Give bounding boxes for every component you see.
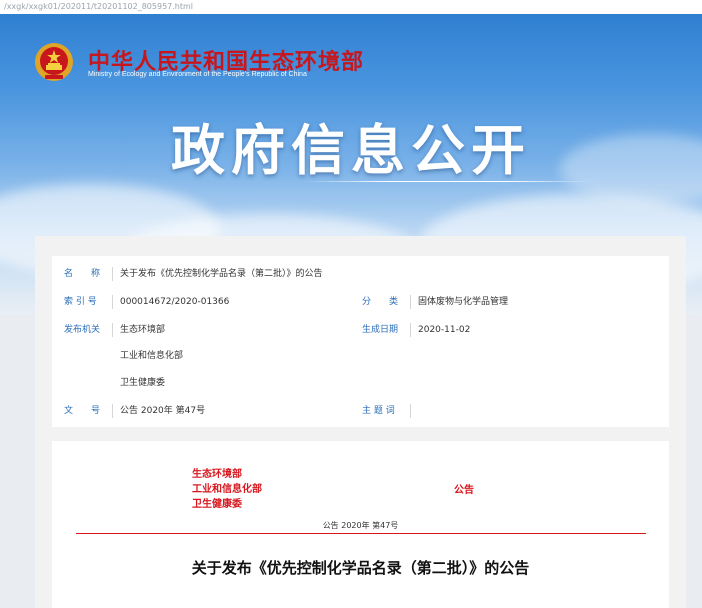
divider bbox=[112, 404, 113, 418]
red-header-line bbox=[76, 533, 646, 534]
issuer-value: 生态环境部 bbox=[120, 325, 166, 335]
doc-issuer: 生态环境部 bbox=[192, 469, 242, 480]
divider bbox=[112, 267, 113, 281]
category-value: 固体废物与化学品管理 bbox=[418, 297, 509, 307]
meta-row-docno: 文 号 公告 2020年 第47号 主 题 词 bbox=[52, 401, 669, 421]
meta-row-issuer-3: 卫生健康委 bbox=[52, 373, 669, 393]
doc-number: 公告 2020年 第47号 bbox=[322, 521, 399, 530]
divider bbox=[410, 295, 411, 309]
banner-underline bbox=[302, 181, 594, 182]
category-label: 分 类 bbox=[362, 297, 399, 307]
index-label: 索 引 号 bbox=[64, 297, 97, 307]
doc-issuer: 工业和信息化部 bbox=[192, 484, 262, 495]
topic-label: 主 题 词 bbox=[362, 406, 395, 416]
date-value: 2020-11-02 bbox=[418, 325, 471, 335]
document-body: 生态环境部 工业和信息化部 卫生健康委 公告 公告 2020年 第47号 关于发… bbox=[52, 441, 669, 608]
metadata-table: 名 称 关于发布《优先控制化学品名录（第二批）》的公告 索 引 号 000014… bbox=[52, 256, 669, 427]
site-name-en: Ministry of Ecology and Environment of t… bbox=[88, 71, 307, 78]
national-emblem-icon[interactable] bbox=[34, 42, 74, 82]
doc-issuer: 卫生健康委 bbox=[192, 499, 242, 510]
issuer-value: 工业和信息化部 bbox=[120, 351, 184, 361]
meta-row-issuer: 发布机关 生态环境部 生成日期 2020-11-02 bbox=[52, 320, 669, 340]
issuer-value: 卫生健康委 bbox=[120, 378, 166, 388]
banner-title: 政府信息公开 bbox=[171, 119, 531, 182]
docno-label: 文 号 bbox=[64, 406, 101, 416]
meta-row-issuer-2: 工业和信息化部 bbox=[52, 346, 669, 366]
doc-notice-word: 公告 bbox=[454, 485, 474, 496]
divider bbox=[112, 295, 113, 309]
doc-title: 关于发布《优先控制化学品名录（第二批）》的公告 bbox=[191, 559, 530, 577]
name-label: 名 称 bbox=[64, 269, 101, 279]
issuer-label: 发布机关 bbox=[64, 325, 101, 335]
divider bbox=[410, 404, 411, 418]
browser-url-bar[interactable]: /xxgk/xxgk01/202011/t20201102_805957.htm… bbox=[0, 0, 702, 14]
divider bbox=[410, 323, 411, 337]
date-label: 生成日期 bbox=[362, 325, 399, 335]
index-value: 000014672/2020-01366 bbox=[120, 297, 230, 307]
docno-value: 公告 2020年 第47号 bbox=[120, 406, 206, 416]
meta-row-index: 索 引 号 000014672/2020-01366 分 类 固体废物与化学品管… bbox=[52, 292, 669, 312]
meta-row-name: 名 称 关于发布《优先控制化学品名录（第二批）》的公告 bbox=[52, 264, 669, 284]
name-value: 关于发布《优先控制化学品名录（第二批）》的公告 bbox=[120, 269, 323, 279]
divider bbox=[112, 323, 113, 337]
